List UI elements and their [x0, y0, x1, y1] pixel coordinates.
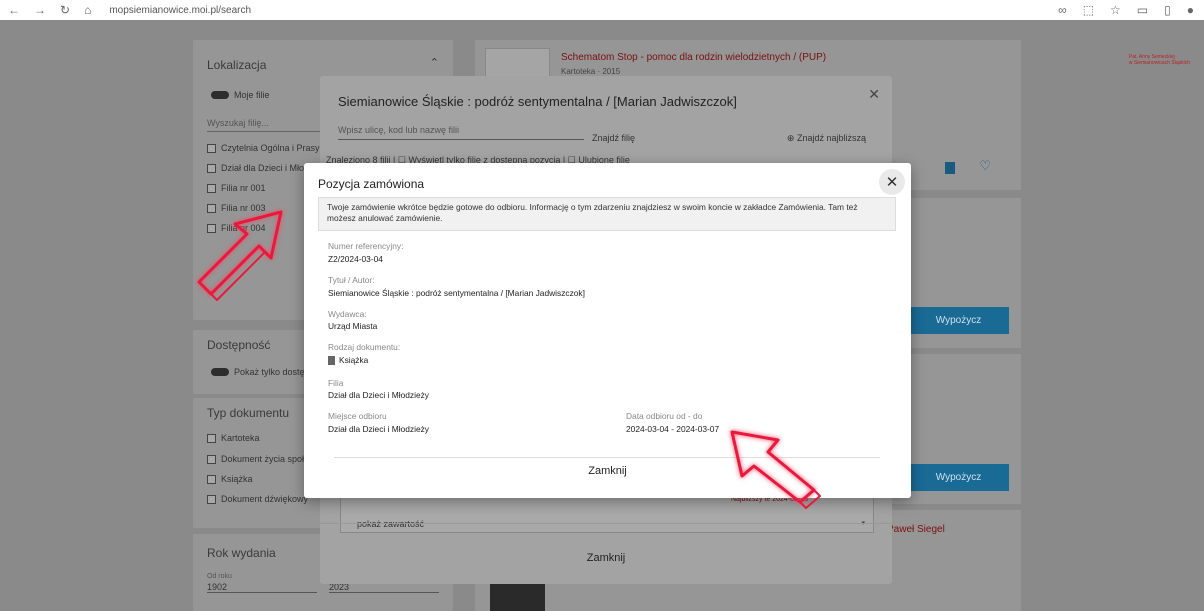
checkbox-icon [207, 163, 216, 173]
year-title: Rok wydania [207, 546, 276, 560]
ref-value: Z2/2024-03-04 [328, 254, 383, 264]
checkbox-icon [207, 183, 216, 193]
home-icon[interactable]: ⌂ [84, 3, 91, 17]
reload-icon[interactable]: ↻ [60, 3, 70, 17]
address-bar[interactable]: mopsiemianowice.moi.pl/search [109, 5, 251, 16]
annotation-arrow-up-left [730, 430, 821, 509]
address-input[interactable]: Wpisz ulicę, kod lub nazwę filii [338, 125, 584, 140]
borrow-button[interactable]: Wypożycz [908, 464, 1009, 491]
toggle-icon [211, 91, 229, 99]
annotation-arrow-up-right [197, 210, 283, 301]
branch-modal-title: Siemianowice Śląskie : podróż sentymenta… [338, 94, 737, 109]
heart-icon[interactable]: ♡ [979, 158, 991, 174]
borrow-button[interactable]: Wypożycz [908, 307, 1009, 334]
doctype-label: Rodzaj dokumentu: [328, 342, 401, 352]
book-icon [328, 356, 335, 366]
checkbox-icon [207, 143, 216, 153]
publisher-label: Wydawca: [328, 309, 367, 319]
dates-value: 2024-03-04 - 2024-03-07 [626, 424, 720, 434]
location-title: Lokalizacja [207, 58, 267, 72]
my-branches-toggle[interactable]: Moje filie [211, 90, 270, 100]
result-author[interactable]: Paweł Siegel [887, 524, 945, 535]
show-content-label: pokaż zawartość [357, 519, 425, 529]
checkbox-icon [207, 494, 216, 504]
document-icon[interactable] [945, 162, 955, 174]
back-icon[interactable]: ← [8, 3, 20, 17]
extensions-icon[interactable]: ⬚ [1083, 3, 1094, 17]
checkbox-icon [207, 433, 216, 443]
title-label: Tytuł / Autor: [328, 275, 375, 285]
info-message: Twoje zamówienie wkrótce będzie gotowe d… [318, 197, 896, 231]
doctype-option[interactable]: Dokument dźwiękowy [207, 494, 308, 504]
doctype-option[interactable]: Kartoteka [207, 433, 260, 443]
doctype-option[interactable]: Dokument życia społ [207, 454, 304, 464]
availability-title: Dostępność [207, 338, 271, 352]
title-value: Siemianowice Śląskie : podróż sentymenta… [328, 288, 585, 298]
find-nearest-button[interactable]: ⊕ Znajdź najbliższą [787, 133, 866, 144]
locate-icon: ⊕ [786, 133, 797, 143]
year-from-label: Od roku [207, 573, 232, 580]
branch-search-input[interactable]: Wyszukaj filię... [207, 118, 327, 132]
forward-icon[interactable]: → [34, 3, 46, 17]
branch-modal-close-button[interactable]: Zamknij [320, 552, 892, 564]
divider [320, 523, 892, 524]
close-icon[interactable]: ✕ [879, 169, 905, 195]
result-meta: Kartoteka · 2015 [561, 67, 621, 76]
split-icon[interactable]: ▯ [1164, 3, 1171, 17]
pickup-label: Miejsce odbioru [328, 411, 387, 421]
doctype-value: Książka [328, 355, 368, 366]
library-logo: Pat. Anny Semeckiej w Siemianowicach Ślą… [1128, 54, 1190, 66]
close-icon[interactable]: ✕ [868, 86, 880, 103]
star-icon[interactable]: ☆ [1110, 3, 1121, 17]
branch-label: Filia [328, 378, 344, 388]
branch-option[interactable]: Dział dla Dzieci i Mło [207, 163, 304, 173]
browser-actions: ∞ ⬚ ☆ ▭ ▯ ● [1058, 3, 1194, 17]
pickup-value: Dział dla Dzieci i Młodzieży [328, 424, 429, 434]
result-title[interactable]: Schematom Stop - pomoc dla rodzin wielod… [561, 52, 826, 63]
doctype-option[interactable]: Książka [207, 474, 253, 484]
find-branch-button[interactable]: Znajdź filię [592, 133, 635, 143]
year-from-input[interactable]: 1902 [207, 582, 317, 593]
branch-option[interactable]: Czytelnia Ogólna i Prasy [207, 143, 320, 153]
toggle-icon [211, 368, 229, 376]
checkbox-icon [207, 474, 216, 484]
doctype-title: Typ dokumentu [207, 406, 290, 420]
modal-title: Pozycja zamówiona [318, 177, 425, 191]
dates-label: Data odbioru od - do [626, 411, 703, 421]
publisher-value: Urząd Miasta [328, 321, 378, 331]
branch-value: Dział dla Dzieci i Młodzieży [328, 390, 429, 400]
collections-icon[interactable]: ▭ [1137, 3, 1148, 17]
availability-toggle[interactable]: Pokaż tylko dostę [211, 367, 305, 377]
chevron-up-icon[interactable]: ⌃ [430, 56, 439, 69]
checkbox-icon [207, 454, 216, 464]
branch-option[interactable]: Filia nr 001 [207, 183, 266, 193]
profile-icon[interactable]: ● [1187, 3, 1194, 17]
ref-label: Numer referencyjny: [328, 241, 404, 251]
reader-icon[interactable]: ∞ [1058, 3, 1067, 17]
browser-toolbar: ← → ↻ ⌂ mopsiemianowice.moi.pl/search ∞ … [0, 0, 1204, 20]
